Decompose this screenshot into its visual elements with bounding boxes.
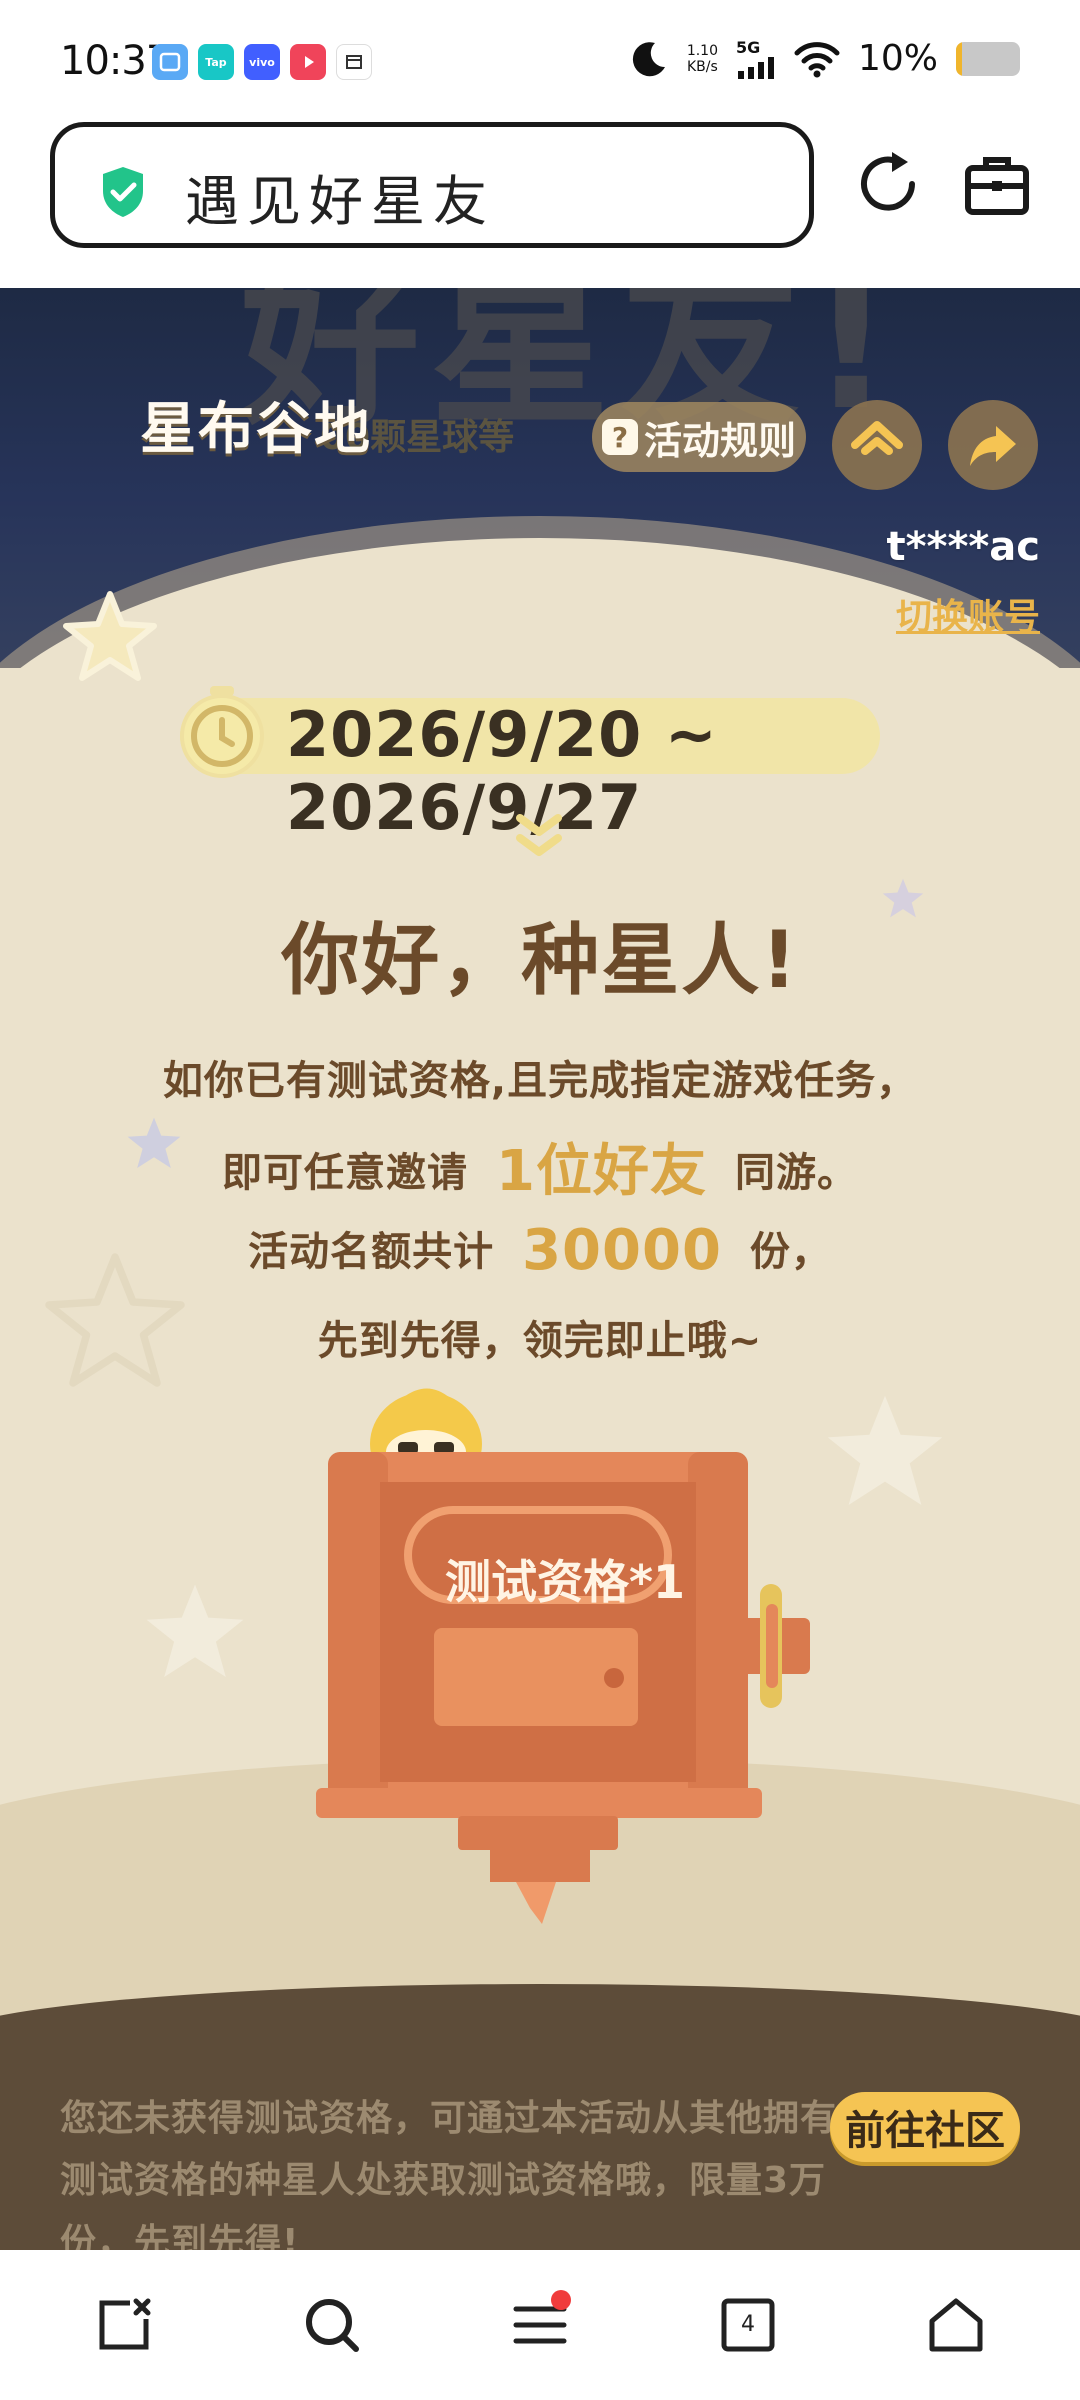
nav-tabs[interactable]: 4 <box>703 2280 793 2370</box>
calendar-app-icon <box>336 44 372 80</box>
notification-icons: Tap vivo <box>152 44 372 80</box>
close-page-icon <box>99 2298 151 2350</box>
network-speed: 1.10 KB/s <box>686 42 718 75</box>
moon-icon <box>632 41 665 76</box>
event-date-range: 2026/9/20 ~ 2026/9/27 <box>286 698 718 844</box>
footer-notice: 您还未获得测试资格，可通过本活动从其他拥有测试资格的种星人处获取测试资格哦，限量… <box>60 2098 838 2250</box>
page-title: 遇见好星友 <box>185 170 495 233</box>
share-round-button[interactable] <box>948 400 1038 490</box>
nav-menu[interactable] <box>495 2280 585 2370</box>
description-line-1: 如你已有测试资格,且完成指定游戏任务， <box>162 1058 918 1104</box>
network-type: 5G <box>735 38 761 57</box>
description-line-2: 即可任意邀请 1位好友 同游。 <box>222 1139 858 1204</box>
nav-close-tab[interactable] <box>79 2280 169 2370</box>
rules-button[interactable]: ? 活动规则 <box>592 402 806 472</box>
home-round-button[interactable] <box>832 400 922 490</box>
signal-icon <box>737 57 774 79</box>
shield-check-icon <box>103 167 143 217</box>
notification-dot <box>551 2290 571 2310</box>
switch-account-link[interactable]: 切换账号 <box>896 588 1040 640</box>
status-right: 1.10 KB/s 5G 10% <box>629 38 1020 79</box>
alarm-clock-icon <box>180 686 264 778</box>
test-qualification-label: 测试资格*1 <box>444 1555 686 1609</box>
question-icon: ? <box>602 419 638 455</box>
gift-machine-illustration <box>316 1388 810 1924</box>
share-arrow-icon <box>970 426 1016 466</box>
nav-search[interactable] <box>287 2280 377 2370</box>
battery-percent: 10% <box>857 38 938 79</box>
home-icon <box>851 421 903 455</box>
chevron-double-down-icon <box>516 814 562 856</box>
video-app-icon <box>290 44 326 80</box>
star-decoration-icon <box>827 1395 943 1505</box>
rules-label: 活动规则 <box>644 418 797 463</box>
gallery-app-icon <box>152 44 188 80</box>
greeting-heading: 你好，种星人! <box>281 916 799 1006</box>
search-icon <box>306 2299 359 2352</box>
wifi-icon <box>794 41 840 77</box>
home-icon <box>929 2298 983 2352</box>
description-line-4: 先到先得，领完即止哦~ <box>317 1318 763 1364</box>
star-decoration-icon <box>63 591 157 681</box>
highlight-quota: 30000 <box>522 1218 722 1283</box>
signal-indicator: 5G <box>736 38 776 79</box>
highlight-friend-count: 1位好友 <box>496 1139 707 1204</box>
account-name: t****ac <box>886 524 1041 570</box>
description-line-3: 活动名额共计 30000 份， <box>248 1218 832 1283</box>
address-bar[interactable]: 遇见好星友 <box>50 122 814 248</box>
go-to-community-button[interactable]: 前往社区 <box>830 2092 1020 2162</box>
star-decoration-icon <box>146 1584 244 1677</box>
nav-home[interactable] <box>911 2280 1001 2370</box>
battery-icon <box>956 41 1020 76</box>
taptap-app-icon: Tap <box>198 44 234 80</box>
tab-count: 4 <box>741 2312 755 2337</box>
vivo-app-icon: vivo <box>244 44 280 80</box>
game-logo: 星布谷地 <box>140 397 372 462</box>
toolbox-icon[interactable] <box>962 150 1032 220</box>
browser-bottom-nav: 4 <box>0 2250 1080 2400</box>
refresh-icon[interactable] <box>852 148 924 220</box>
web-page: 好星友! 00颗星球等 星布谷地 ? 活动规则 t****ac 切换账号 202… <box>0 288 1080 2250</box>
status-bar: 10:37 Tap vivo 1.10 KB/s 5G 10% <box>0 0 1080 120</box>
